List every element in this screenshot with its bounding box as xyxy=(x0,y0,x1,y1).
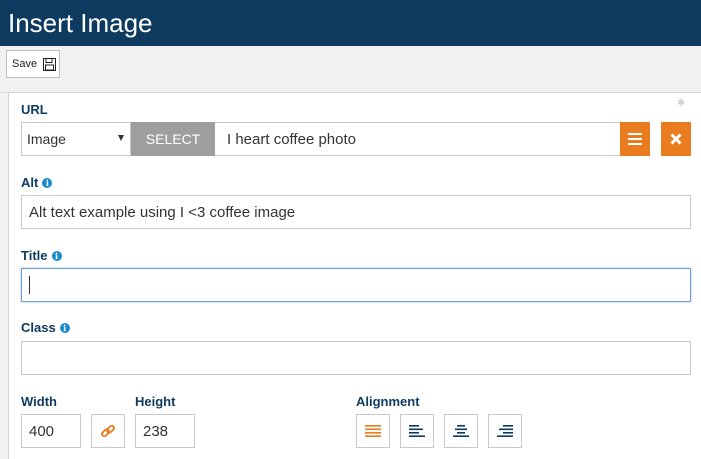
class-input[interactable] xyxy=(21,341,691,375)
close-icon xyxy=(670,133,682,145)
hamburger-icon xyxy=(628,133,642,145)
link-dimensions-button[interactable] xyxy=(91,414,125,448)
title-input[interactable] xyxy=(21,268,691,302)
title-label: Title i xyxy=(21,248,62,264)
info-icon[interactable]: i xyxy=(42,178,53,188)
url-input[interactable]: I heart coffee photo xyxy=(215,122,621,156)
text-caret xyxy=(29,276,30,294)
align-justify-button[interactable] xyxy=(356,414,390,448)
url-input-value: I heart coffee photo xyxy=(227,130,356,148)
select-button-label: SELECT xyxy=(145,131,201,147)
dialog-title: Insert Image xyxy=(8,8,153,38)
alt-input-value: Alt text example using I <3 coffee image xyxy=(29,203,296,221)
width-input[interactable]: 400 xyxy=(21,414,81,448)
align-left-icon xyxy=(409,425,425,437)
align-right-icon xyxy=(497,425,513,437)
height-label: Height xyxy=(135,394,176,409)
url-clear-button[interactable] xyxy=(661,122,691,156)
width-input-value: 400 xyxy=(29,422,55,440)
width-label: Width xyxy=(21,394,57,409)
select-button[interactable]: SELECT xyxy=(131,122,215,156)
align-justify-icon xyxy=(365,425,381,437)
url-type-select[interactable]: Image xyxy=(21,122,131,156)
alt-input[interactable]: Alt text example using I <3 coffee image xyxy=(21,195,691,229)
alt-label: Alt i xyxy=(21,175,53,191)
height-input[interactable]: 238 xyxy=(135,414,195,448)
pin-icon: ✱ xyxy=(677,98,686,109)
toolbar: Save xyxy=(0,46,701,93)
align-center-button[interactable] xyxy=(444,414,478,448)
chain-link-icon xyxy=(101,424,115,438)
image-form-panel: ✱ URL Image SELECT I heart coffee photo … xyxy=(8,92,701,459)
dialog-header: Insert Image xyxy=(0,0,701,46)
align-left-button[interactable] xyxy=(400,414,434,448)
align-center-icon xyxy=(453,425,469,437)
info-icon[interactable]: i xyxy=(59,323,70,333)
save-button[interactable]: Save xyxy=(6,50,60,78)
align-right-button[interactable] xyxy=(488,414,522,448)
info-icon[interactable]: i xyxy=(51,251,62,261)
url-label: URL xyxy=(21,102,48,117)
url-menu-button[interactable] xyxy=(620,122,650,156)
class-label: Class i xyxy=(21,320,70,336)
save-button-label: Save xyxy=(12,58,38,70)
dropdown-arrow-icon xyxy=(118,135,124,141)
alignment-label: Alignment xyxy=(356,394,420,409)
url-type-value: Image xyxy=(27,131,66,147)
height-input-value: 238 xyxy=(143,422,169,440)
floppy-disk-icon xyxy=(43,57,57,71)
